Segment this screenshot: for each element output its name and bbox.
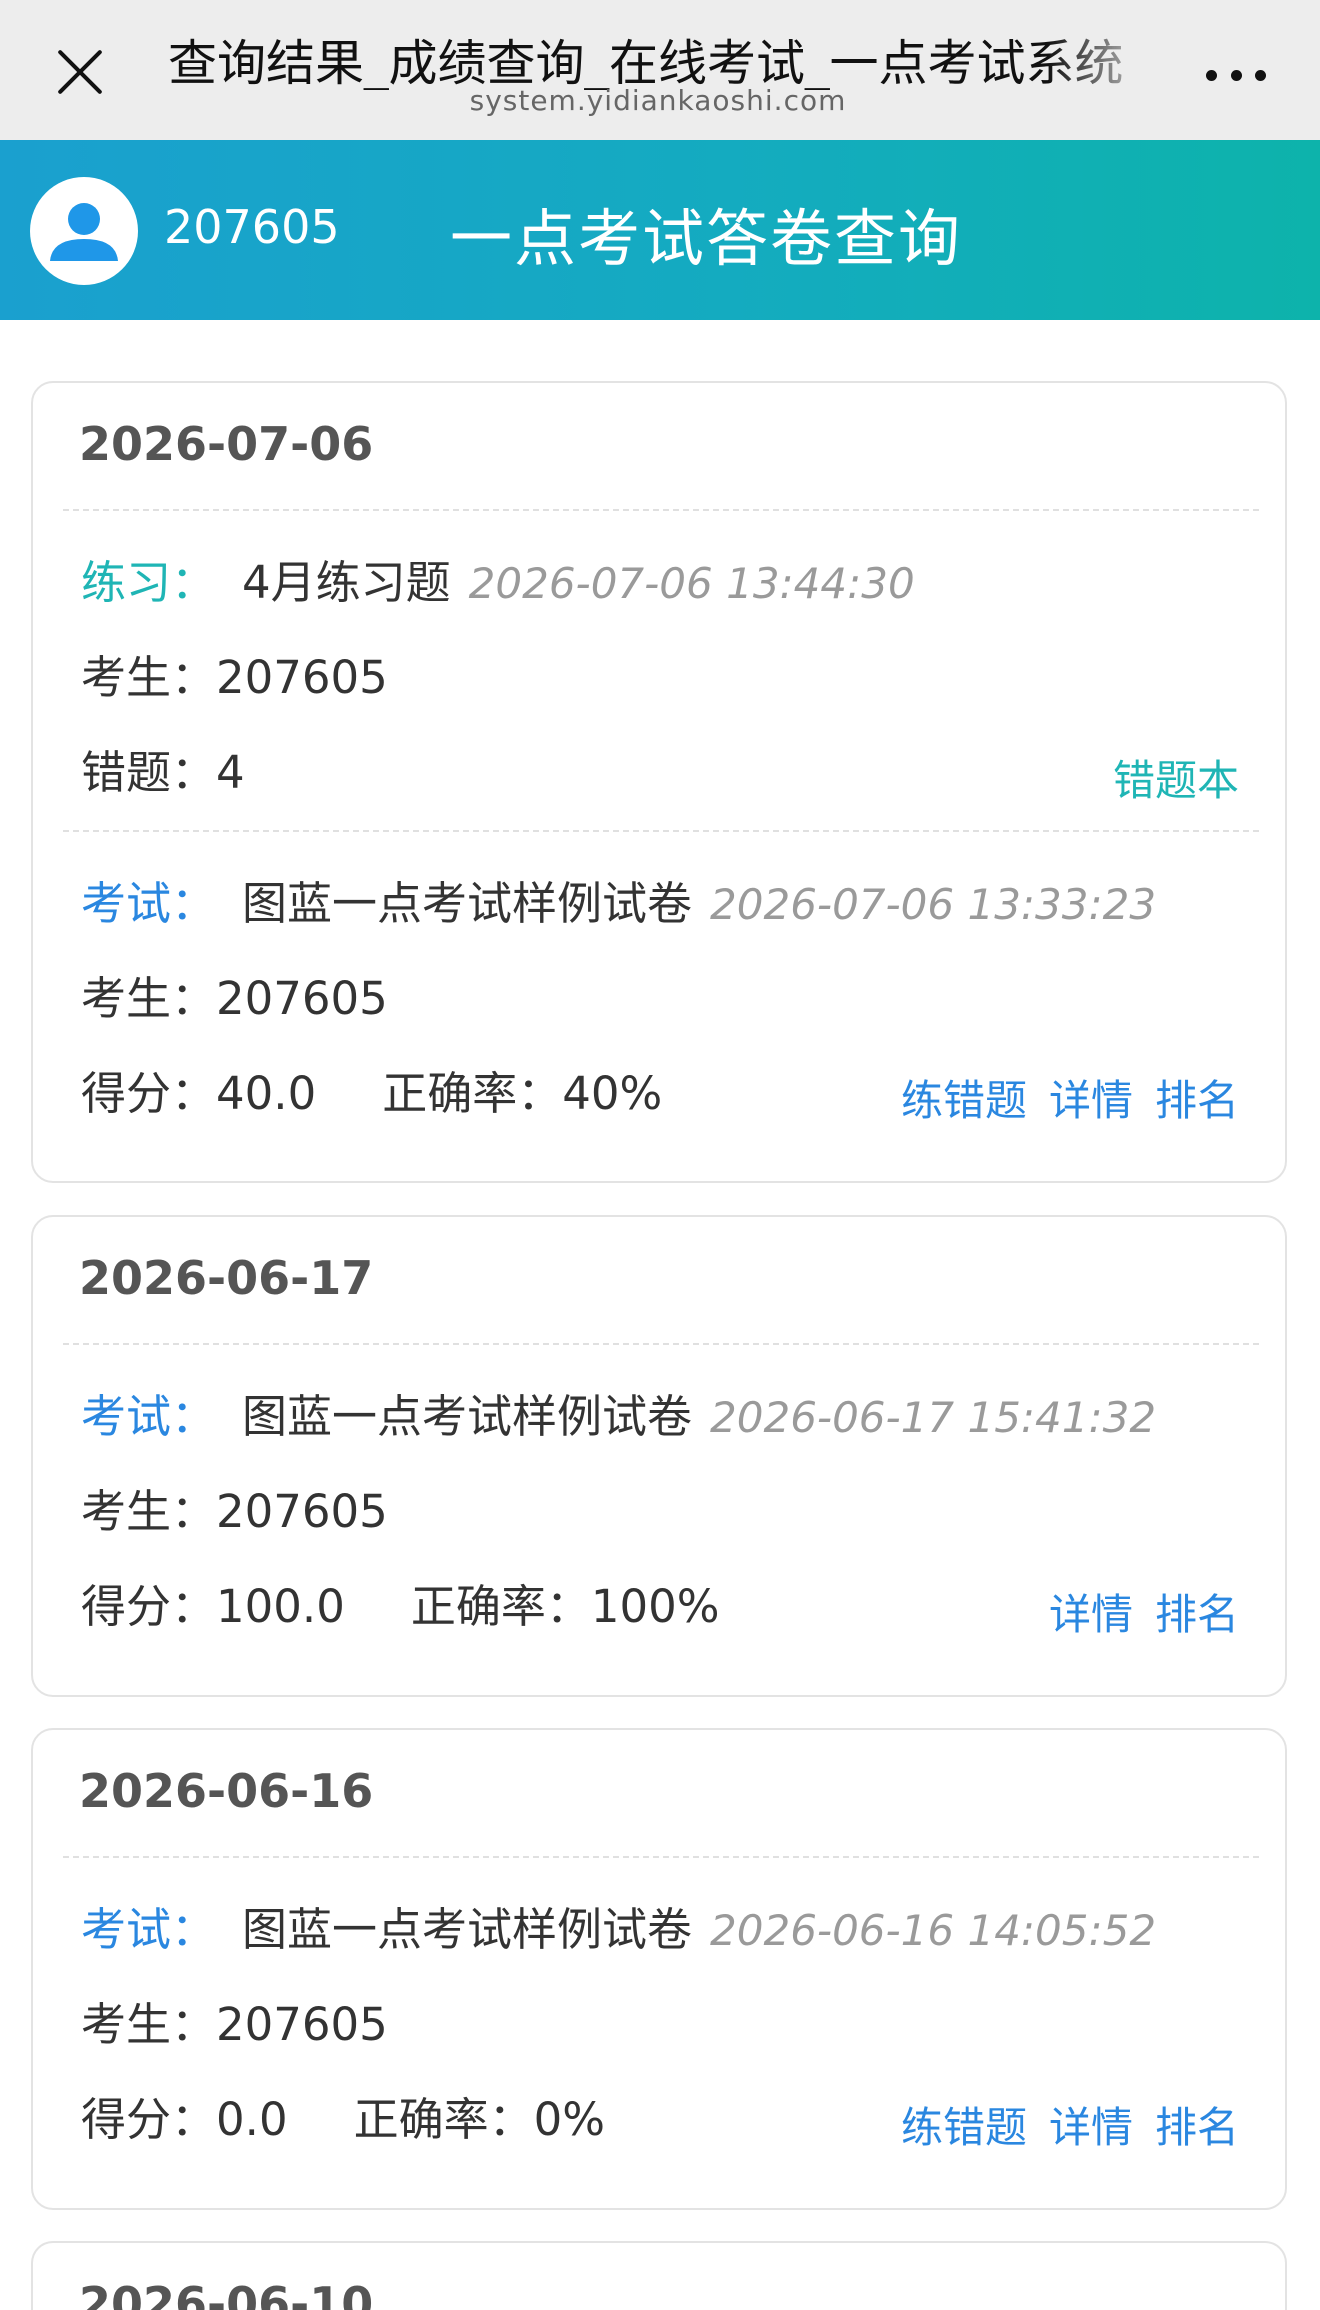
ranking-link[interactable]: 排名 bbox=[1155, 1076, 1239, 1125]
details-link[interactable]: 详情 bbox=[1049, 1590, 1133, 1639]
accuracy-label: 正确率： bbox=[382, 1067, 563, 1120]
record-card: 2026-07-06 练习： 4月练习题 2026-07-06 13:44:30 考… bbox=[31, 381, 1287, 1183]
score-row: 得分：100.0 正确率：100% bbox=[81, 1570, 720, 1635]
record-kind: 考试： bbox=[81, 1390, 217, 1443]
practice-wrong-link[interactable]: 练错题 bbox=[901, 2103, 1027, 2152]
examinee-row: 考生：207605 bbox=[81, 1475, 388, 1540]
header-banner: 207605 一点考试答卷查询 bbox=[0, 140, 1320, 320]
accuracy-value: 100% bbox=[590, 1580, 720, 1633]
record-title: 考试： 图蓝一点考试样例试卷 2026-06-16 14:05:52 bbox=[81, 1893, 1156, 1958]
record-title: 练习： 4月练习题 2026-07-06 13:44:30 bbox=[81, 546, 915, 611]
score-row: 得分：0.0 正确率：0% bbox=[81, 2083, 605, 2148]
record-title: 考试： 图蓝一点考试样例试卷 2026-06-17 15:41:32 bbox=[81, 1380, 1156, 1445]
record-name[interactable]: 4月练习题 bbox=[242, 556, 451, 609]
ranking-link[interactable]: 排名 bbox=[1155, 1590, 1239, 1639]
details-link[interactable]: 详情 bbox=[1049, 1076, 1133, 1125]
user-id: 207605 bbox=[164, 200, 340, 254]
examinee-label: 考生： bbox=[81, 1485, 217, 1538]
examinee-value: 207605 bbox=[216, 1998, 388, 2051]
page-url: system.yidiankaoshi.com bbox=[469, 84, 847, 117]
close-icon[interactable] bbox=[56, 48, 104, 96]
examinee-row: 考生：207605 bbox=[81, 641, 388, 706]
accuracy-value: 40% bbox=[562, 1067, 663, 1120]
practice-wrong-link[interactable]: 练错题 bbox=[901, 1076, 1027, 1125]
score-row: 得分：40.0 正确率：40% bbox=[81, 1057, 662, 1122]
divider bbox=[63, 1343, 1259, 1345]
ranking-link[interactable]: 排名 bbox=[1155, 2103, 1239, 2152]
card-date: 2026-06-17 bbox=[79, 1251, 374, 1305]
record-name[interactable]: 图蓝一点考试样例试卷 bbox=[242, 1390, 692, 1443]
record-card: 2026-06-17 考试： 图蓝一点考试样例试卷 2026-06-17 15:41… bbox=[31, 1215, 1287, 1697]
card-date: 2026-06-10 bbox=[79, 2277, 374, 2310]
accuracy-label: 正确率： bbox=[410, 1580, 591, 1633]
score-value: 100.0 bbox=[216, 1580, 345, 1633]
wrong-value: 4 bbox=[216, 746, 245, 799]
card-date: 2026-06-16 bbox=[79, 1764, 374, 1818]
wrong-label: 错题： bbox=[81, 746, 217, 799]
examinee-value: 207605 bbox=[216, 972, 388, 1025]
record-time: 2026-06-17 15:41:32 bbox=[710, 1393, 1157, 1442]
divider bbox=[63, 1856, 1259, 1858]
record-actions: 练错题 详情 排名 bbox=[879, 1067, 1239, 1128]
record-card: 2026-06-16 考试： 图蓝一点考试样例试卷 2026-06-16 14:05… bbox=[31, 1728, 1287, 2210]
score-label: 得分： bbox=[81, 2093, 217, 2146]
page-title: 查询结果_成绩查询_在线考试_一点考试系统 bbox=[168, 35, 1124, 90]
examinee-label: 考生： bbox=[81, 972, 217, 1025]
record-card: 2026-06-10 bbox=[31, 2241, 1287, 2310]
details-link[interactable]: 详情 bbox=[1049, 2103, 1133, 2152]
record-actions: 详情 排名 bbox=[1027, 1581, 1239, 1642]
examinee-value: 207605 bbox=[216, 1485, 388, 1538]
record-kind: 练习： bbox=[81, 556, 217, 609]
record-name[interactable]: 图蓝一点考试样例试卷 bbox=[242, 877, 692, 930]
score-value: 0.0 bbox=[216, 2093, 288, 2146]
divider bbox=[63, 830, 1259, 832]
record-actions: 错题本 bbox=[1091, 747, 1239, 808]
wrong-book-link[interactable]: 错题本 bbox=[1113, 756, 1239, 805]
accuracy-label: 正确率： bbox=[353, 2093, 534, 2146]
record-actions: 练错题 详情 排名 bbox=[879, 2094, 1239, 2155]
examinee-value: 207605 bbox=[216, 651, 388, 704]
examinee-row: 考生：207605 bbox=[81, 1988, 388, 2053]
score-label: 得分： bbox=[81, 1580, 217, 1633]
examinee-label: 考生： bbox=[81, 1998, 217, 2051]
score-value: 40.0 bbox=[216, 1067, 317, 1120]
record-kind: 考试： bbox=[81, 1903, 217, 1956]
record-name[interactable]: 图蓝一点考试样例试卷 bbox=[242, 1903, 692, 1956]
record-time: 2026-07-06 13:44:30 bbox=[468, 559, 915, 608]
wrong-count-row: 错题：4 bbox=[81, 736, 245, 801]
card-date: 2026-07-06 bbox=[79, 417, 374, 471]
header-title: 一点考试答卷查询 bbox=[450, 202, 963, 275]
accuracy-value: 0% bbox=[533, 2093, 605, 2146]
record-time: 2026-06-16 14:05:52 bbox=[710, 1906, 1157, 1955]
record-kind: 考试： bbox=[81, 877, 217, 930]
more-icon[interactable] bbox=[1206, 70, 1266, 82]
record-time: 2026-07-06 13:33:23 bbox=[710, 880, 1157, 929]
examinee-label: 考生： bbox=[81, 651, 217, 704]
divider bbox=[63, 509, 1259, 511]
browser-top-bar: 查询结果_成绩查询_在线考试_一点考试系统 system.yidiankaosh… bbox=[0, 0, 1320, 140]
record-title: 考试： 图蓝一点考试样例试卷 2026-07-06 13:33:23 bbox=[81, 867, 1156, 932]
user-avatar-icon[interactable] bbox=[30, 177, 138, 285]
score-label: 得分： bbox=[81, 1067, 217, 1120]
examinee-row: 考生：207605 bbox=[81, 962, 388, 1027]
